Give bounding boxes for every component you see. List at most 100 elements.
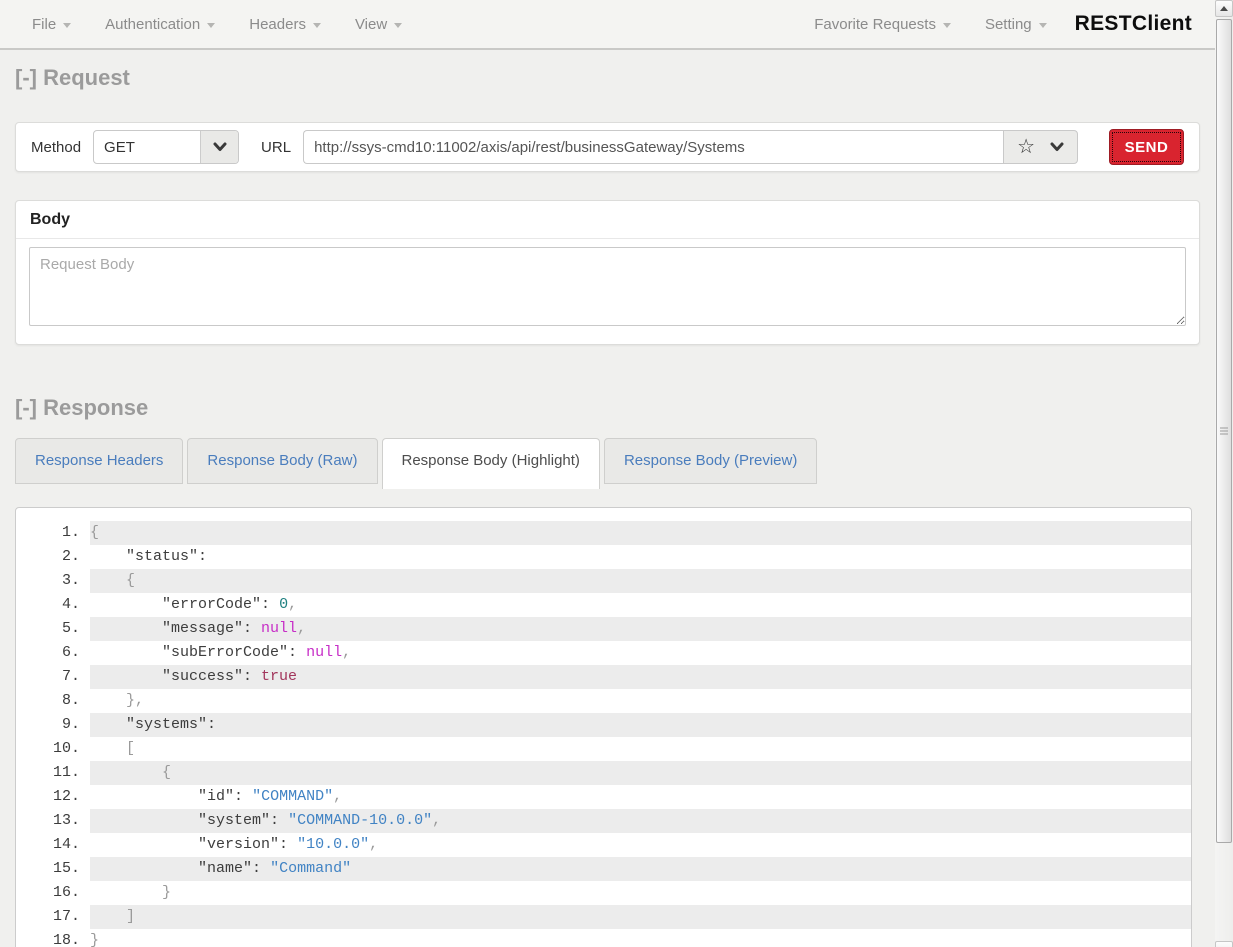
tab-response-headers[interactable]: Response Headers [15,438,183,484]
code-text: [ [90,737,1191,761]
chevron-down-icon[interactable] [200,131,238,163]
code-line: 14. "version": "10.0.0", [16,833,1191,857]
request-bar: Method GET URL ☆ SEND [15,122,1200,172]
code-line: 18.} [16,929,1191,947]
code-text: }, [90,689,1191,713]
code-line: 11. { [16,761,1191,785]
method-select[interactable]: GET [93,130,239,164]
menu-favorite-requests[interactable]: Favorite Requests [814,16,951,33]
caret-down-icon [63,23,71,28]
code-line: 1.{ [16,521,1191,545]
line-number: 17. [16,905,90,929]
url-actions-group: ☆ [1003,130,1078,164]
code-text: "version": "10.0.0", [90,833,1191,857]
caret-down-icon [394,23,402,28]
code-text: ] [90,905,1191,929]
tab-response-body-preview[interactable]: Response Body (Preview) [604,438,817,484]
line-number: 10. [16,737,90,761]
caret-down-icon [1039,23,1047,28]
menubar-right: Favorite Requests Setting [814,16,1074,33]
code-text: { [90,521,1191,545]
code-text: "message": null, [90,617,1191,641]
response-tabs: Response HeadersResponse Body (Raw)Respo… [15,438,1200,489]
code-line: 5. "message": null, [16,617,1191,641]
code-text: "systems": [90,713,1191,737]
code-line: 15. "name": "Command" [16,857,1191,881]
code-text: } [90,881,1191,905]
line-number: 13. [16,809,90,833]
menu-label: Favorite Requests [814,16,936,33]
code-line: 2. "status": [16,545,1191,569]
vertical-scrollbar[interactable] [1215,0,1233,947]
code-panel: 1.{2. "status":3. {4. "errorCode": 0,5. … [15,507,1192,947]
line-number: 2. [16,545,90,569]
line-number: 14. [16,833,90,857]
scrollbar-up-button[interactable] [1215,0,1233,17]
caret-down-icon [313,23,321,28]
menu-label: File [32,16,56,33]
chevron-down-icon[interactable] [1050,142,1064,152]
menu-label: Headers [249,16,306,33]
code-line: 3. { [16,569,1191,593]
line-number: 3. [16,569,90,593]
code-line: 10. [ [16,737,1191,761]
body-panel-title: Body [16,201,1199,239]
code-line: 13. "system": "COMMAND-10.0.0", [16,809,1191,833]
code-text: "name": "Command" [90,857,1191,881]
menu-view[interactable]: View [355,16,402,33]
menu-label: View [355,16,387,33]
menu-authentication[interactable]: Authentication [105,16,215,33]
code-text: { [90,569,1191,593]
code-line: 8. }, [16,689,1191,713]
url-input[interactable] [303,130,1003,164]
tab-response-body-raw[interactable]: Response Body (Raw) [187,438,377,484]
code-line: 9. "systems": [16,713,1191,737]
code-text: "system": "COMMAND-10.0.0", [90,809,1191,833]
menu-setting[interactable]: Setting [985,16,1047,33]
code-text: "errorCode": 0, [90,593,1191,617]
caret-down-icon [943,23,951,28]
menu-file[interactable]: File [32,16,71,33]
code-text: "id": "COMMAND", [90,785,1191,809]
line-number: 8. [16,689,90,713]
tab-response-body-highlight[interactable]: Response Body (Highlight) [382,438,600,489]
code-text: { [90,761,1191,785]
line-number: 7. [16,665,90,689]
code-text: "subErrorCode": null, [90,641,1191,665]
scrollbar-thumb[interactable] [1216,19,1232,843]
main-content: [-] Request Method GET URL ☆ SEND Body [15,65,1200,947]
request-section-title[interactable]: [-] Request [15,65,1200,91]
line-number: 16. [16,881,90,905]
line-number: 5. [16,617,90,641]
method-value: GET [94,131,200,163]
code-line: 6. "subErrorCode": null, [16,641,1191,665]
app-window: File Authentication Headers View Favorite R… [0,0,1233,947]
menu-headers[interactable]: Headers [249,16,321,33]
line-number: 9. [16,713,90,737]
send-button[interactable]: SEND [1109,129,1184,165]
url-label: URL [261,139,291,156]
line-number: 12. [16,785,90,809]
line-number: 15. [16,857,90,881]
code-text: "success": true [90,665,1191,689]
caret-down-icon [207,23,215,28]
line-number: 4. [16,593,90,617]
code-line: 4. "errorCode": 0, [16,593,1191,617]
scrollbar-down-button[interactable] [1215,941,1233,947]
request-body-panel: Body [15,200,1200,345]
arrow-up-icon [1220,6,1228,11]
favorite-star-icon[interactable]: ☆ [1017,137,1035,157]
code-text: } [90,929,1191,947]
code-line: 17. ] [16,905,1191,929]
request-body-textarea[interactable] [29,247,1186,326]
gripper-icon [1220,431,1228,432]
code-line: 7. "success": true [16,665,1191,689]
line-number: 6. [16,641,90,665]
code-text: "status": [90,545,1191,569]
menu-label: Setting [985,16,1032,33]
menu-label: Authentication [105,16,200,33]
response-section-title[interactable]: [-] Response [15,395,1200,421]
line-number: 1. [16,521,90,545]
method-label: Method [31,139,81,156]
line-number: 11. [16,761,90,785]
